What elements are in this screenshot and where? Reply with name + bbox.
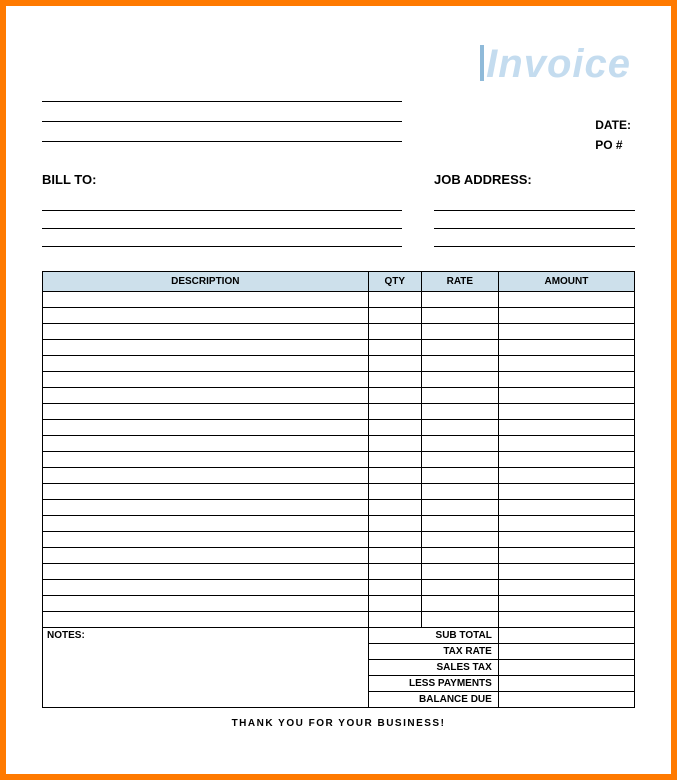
col-rate: RATE	[421, 272, 498, 292]
table-row[interactable]	[43, 468, 635, 484]
table-row[interactable]	[43, 532, 635, 548]
table-row[interactable]	[43, 372, 635, 388]
notes-label[interactable]: NOTES:	[43, 628, 369, 708]
table-row[interactable]	[43, 580, 635, 596]
table-row[interactable]	[43, 548, 635, 564]
po-label: PO #	[595, 138, 631, 152]
date-label: DATE:	[595, 118, 631, 132]
footer-text: THANK YOU FOR YOUR BUSINESS!	[42, 718, 635, 729]
bill-to-line[interactable]	[42, 229, 402, 247]
from-line[interactable]	[42, 82, 402, 102]
table-row[interactable]	[43, 340, 635, 356]
table-row[interactable]	[43, 564, 635, 580]
job-address-label: JOB ADDRESS:	[434, 172, 532, 187]
table-row[interactable]	[43, 484, 635, 500]
table-row[interactable]	[43, 436, 635, 452]
table-row[interactable]	[43, 404, 635, 420]
tax-rate-label: TAX RATE	[368, 644, 498, 660]
table-row[interactable]	[43, 388, 635, 404]
from-line[interactable]	[42, 122, 402, 142]
from-line[interactable]	[42, 102, 402, 122]
table-row[interactable]	[43, 324, 635, 340]
table-row[interactable]	[43, 420, 635, 436]
subtotal-value[interactable]	[498, 628, 634, 644]
job-address-line[interactable]	[434, 211, 635, 229]
from-address-block	[42, 82, 402, 142]
job-address-line[interactable]	[434, 193, 635, 211]
less-payments-label: LESS PAYMENTS	[368, 676, 498, 692]
bill-to-label: BILL TO:	[42, 172, 434, 187]
invoice-title: Invoice	[480, 42, 631, 87]
sales-tax-value[interactable]	[498, 660, 634, 676]
less-payments-value[interactable]	[498, 676, 634, 692]
line-items-table: DESCRIPTION QTY RATE AMOUNT	[42, 271, 635, 708]
balance-due-value[interactable]	[498, 692, 634, 708]
address-lines	[42, 193, 635, 247]
table-row[interactable]	[43, 500, 635, 516]
section-labels: BILL TO: JOB ADDRESS:	[42, 172, 635, 187]
table-row[interactable]	[43, 612, 635, 628]
title-text: Invoice	[486, 42, 631, 86]
table-row[interactable]	[43, 356, 635, 372]
table-header-row: DESCRIPTION QTY RATE AMOUNT	[43, 272, 635, 292]
bill-to-line[interactable]	[42, 211, 402, 229]
col-description: DESCRIPTION	[43, 272, 369, 292]
table-row[interactable]	[43, 452, 635, 468]
table-row[interactable]	[43, 308, 635, 324]
col-amount: AMOUNT	[498, 272, 634, 292]
totals-row: NOTES: SUB TOTAL	[43, 628, 635, 644]
table-body: NOTES: SUB TOTAL TAX RATE SALES TAX LESS…	[43, 292, 635, 708]
table-row[interactable]	[43, 596, 635, 612]
bill-to-line[interactable]	[42, 193, 402, 211]
tax-rate-value[interactable]	[498, 644, 634, 660]
sales-tax-label: SALES TAX	[368, 660, 498, 676]
title-accent-bar	[480, 45, 484, 81]
job-address-line[interactable]	[434, 229, 635, 247]
col-qty: QTY	[368, 272, 421, 292]
meta-block: DATE: PO #	[595, 118, 631, 158]
balance-due-label: BALANCE DUE	[368, 692, 498, 708]
invoice-page: Invoice DATE: PO # BILL TO: JOB ADDRESS:	[0, 0, 677, 780]
table-row[interactable]	[43, 292, 635, 308]
table-row[interactable]	[43, 516, 635, 532]
subtotal-label: SUB TOTAL	[368, 628, 498, 644]
